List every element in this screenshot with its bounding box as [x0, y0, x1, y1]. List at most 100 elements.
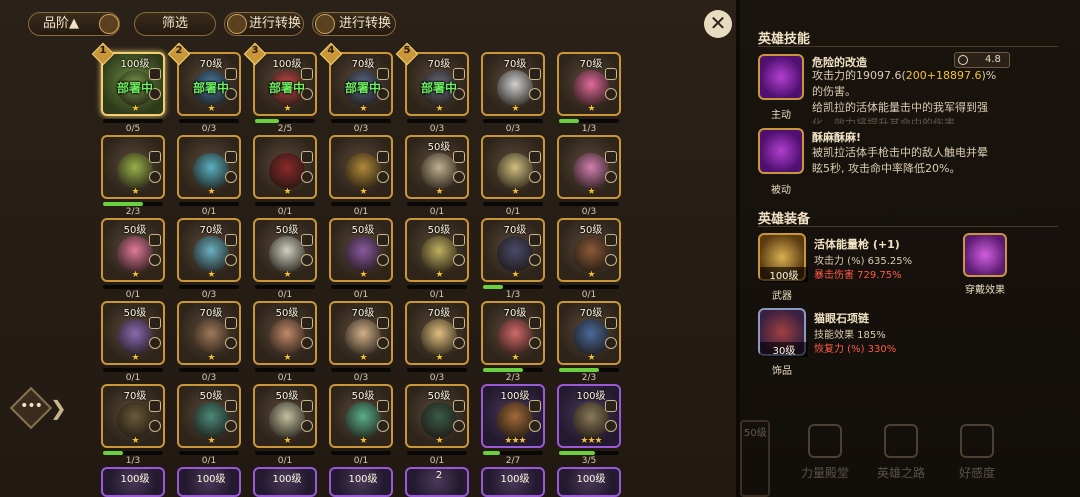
weapon-stat-crit: 暴击伤害 729.75% — [814, 270, 902, 281]
hero-portrait: 70级 ★ — [481, 218, 545, 282]
hero-portrait: 100级 部署中 ★ — [101, 52, 165, 116]
hero-level: 50级 — [427, 225, 451, 236]
hero-portrait: 100级 — [177, 467, 241, 497]
hero-avatar — [117, 236, 153, 272]
passive-desc-line2: 眩5秒, 攻击命中率降低20%。 — [812, 162, 961, 175]
star-rating: ★ — [283, 353, 291, 363]
hero-element-icon — [149, 254, 161, 266]
hero-portrait: 70级 ★ — [557, 301, 621, 365]
hero-portrait: 50级 ★ — [329, 384, 393, 448]
fragment-progress-bar — [331, 119, 391, 123]
hero-avatar — [573, 70, 609, 106]
section-divider — [758, 46, 1058, 47]
hero-portrait: 100级 — [557, 467, 621, 497]
fragment-progress-bar — [331, 285, 391, 289]
fragment-progress-bar — [255, 119, 315, 123]
fragment-progress-fill — [255, 119, 279, 123]
fragment-count: 1/3 — [125, 456, 141, 466]
hero-element-icon — [225, 337, 237, 349]
hero-level: 50级 — [579, 225, 603, 236]
hero-portrait: 70级 ★ — [177, 218, 241, 282]
weapon-icon[interactable]: 100级 — [758, 233, 808, 282]
hero-level: 70级 — [199, 308, 223, 319]
fragment-progress-bar — [103, 285, 163, 289]
temple-icon — [808, 424, 842, 458]
fragment-progress-bar — [255, 202, 315, 206]
fragment-progress-bar — [103, 119, 163, 123]
hero-avatar — [193, 236, 229, 272]
passive-desc-line1: 被凯拉活体手枪击中的敌人触电并晕 — [812, 146, 988, 159]
hero-element-icon — [301, 337, 313, 349]
nav-label-power-hall: 力量殿堂 — [800, 466, 849, 480]
hero-element-icon — [149, 337, 161, 349]
hero-avatar — [117, 402, 153, 438]
hero-portrait: ★ — [177, 135, 241, 199]
hero-portrait: 100级 — [329, 467, 393, 497]
fragment-count: 0/1 — [429, 207, 445, 217]
fragment-progress-bar — [483, 368, 543, 372]
hero-avatar — [421, 236, 457, 272]
hero-element-icon — [225, 420, 237, 432]
hero-avatar — [269, 153, 305, 189]
hero-portrait: 70级 部署中 ★ — [177, 52, 241, 116]
hero-element-icon — [453, 420, 465, 432]
dimmed-card-level: 50级 — [744, 428, 767, 439]
fragment-count: 0/1 — [277, 456, 293, 466]
hero-level: 70级 — [503, 308, 527, 319]
accessory-stat-recovery: 恢复力 (%) 330% — [814, 344, 897, 355]
hero-portrait: 70级 ★ — [481, 301, 545, 365]
accessory-icon[interactable]: 30级 — [758, 308, 808, 357]
hero-avatar — [193, 153, 229, 189]
star-rating: ★ — [435, 104, 443, 114]
hero-portrait: 50级 ★ — [253, 384, 317, 448]
nav-hero-road[interactable]: 英雄之路 — [866, 414, 936, 497]
hero-avatar — [497, 153, 533, 189]
hero-element-icon — [377, 337, 389, 349]
hero-class-icon — [225, 151, 237, 163]
passive-skill-icon[interactable] — [758, 128, 804, 174]
fragment-progress-bar — [559, 368, 619, 372]
star-rating: ★ — [207, 187, 215, 197]
fragment-count: 0/1 — [125, 290, 141, 300]
fragment-progress-bar — [407, 119, 467, 123]
fragment-progress-fill — [483, 451, 501, 455]
hero-element-icon — [377, 254, 389, 266]
hero-level: 70级 — [503, 59, 527, 70]
star-rating: ★ — [283, 187, 291, 197]
hero-avatar — [269, 319, 305, 355]
weapon-name: 活体能量枪 (+1) — [814, 238, 900, 251]
hero-level: 50级 — [275, 225, 299, 236]
hero-level: 100级 — [576, 391, 606, 402]
active-skill-icon[interactable] — [758, 54, 804, 100]
active-desc-line2: 的伤害。 — [812, 85, 856, 98]
fragment-count: 1/3 — [505, 290, 521, 300]
hero-element-icon — [453, 254, 465, 266]
fragment-progress-bar — [559, 119, 619, 123]
wear-effect-button[interactable] — [963, 233, 1007, 277]
active-desc-unit: )% — [981, 69, 997, 82]
fragment-progress-bar — [407, 285, 467, 289]
nav-favorability[interactable]: 好感度 — [942, 414, 1012, 497]
hero-portrait: ★ — [329, 135, 393, 199]
fragment-count: 0/3 — [353, 124, 369, 134]
hero-portrait: 100级 — [481, 467, 545, 497]
hero-portrait: 70级 部署中 ★ — [405, 52, 469, 116]
star-rating: ★ — [435, 270, 443, 280]
fragment-progress-bar — [331, 202, 391, 206]
fragment-progress-bar — [483, 202, 543, 206]
team-slot-number: 2 — [175, 45, 183, 56]
star-rating: ★ — [131, 436, 139, 446]
fragment-progress-bar — [559, 202, 619, 206]
star-rating: ★ — [359, 104, 367, 114]
hero-level: 70级 — [503, 225, 527, 236]
hero-road-icon — [884, 424, 918, 458]
cooldown-badge: 4.8 — [954, 52, 1010, 68]
star-rating: ★★★ — [504, 436, 526, 446]
hero-grid: 100级 部署中 ★ 1 0/5 70级 部署中 ★ 2 0/3 100级 部署中 ★ 3 2/5 70级 部署… — [0, 0, 738, 497]
star-rating: ★ — [435, 187, 443, 197]
hero-element-icon — [529, 337, 541, 349]
hero-portrait: 70级 ★ — [481, 52, 545, 116]
star-rating: ★ — [359, 187, 367, 197]
nav-power-hall[interactable]: 力量殿堂 — [790, 414, 860, 497]
heart-icon — [960, 424, 994, 458]
